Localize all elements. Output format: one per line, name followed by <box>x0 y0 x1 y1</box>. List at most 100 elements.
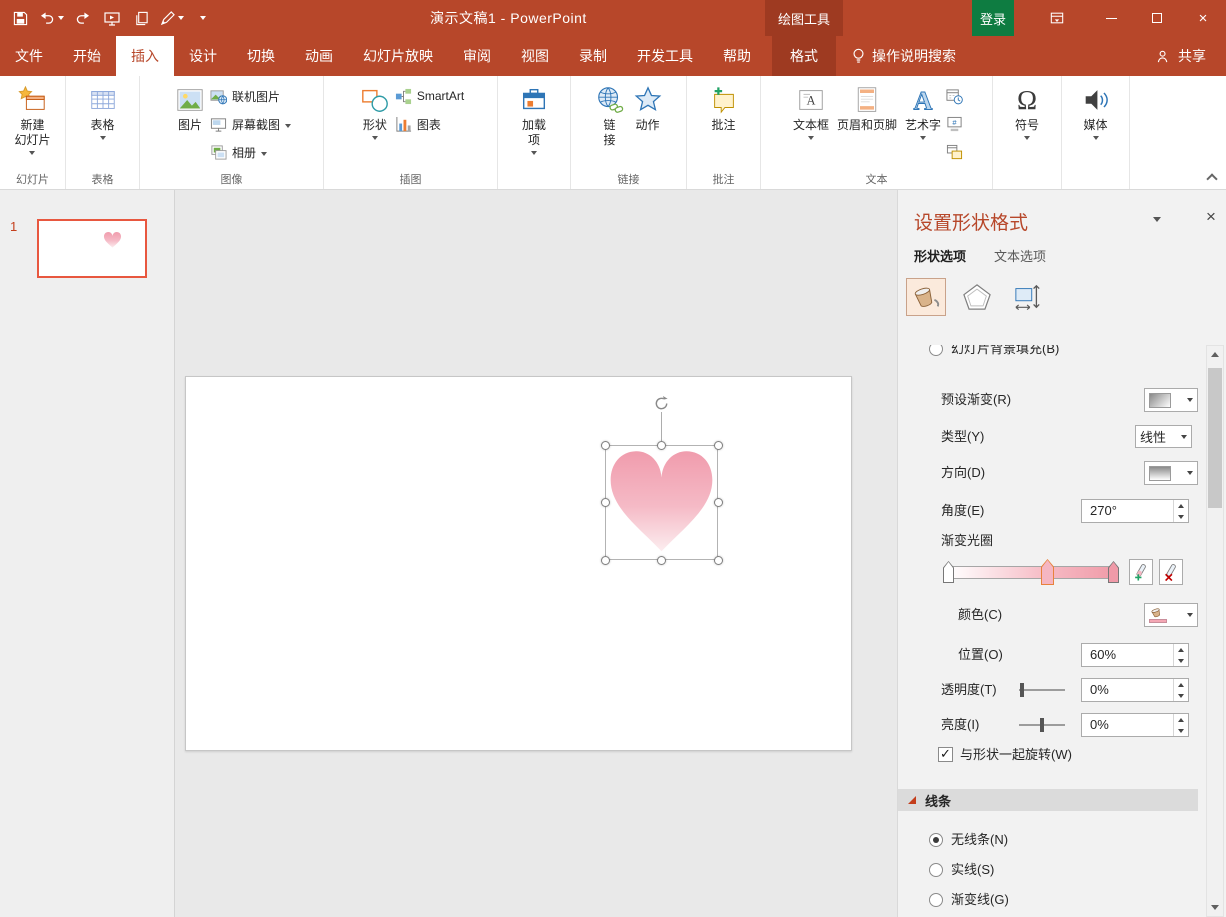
remove-gradient-stop-button[interactable] <box>1159 559 1183 585</box>
rotate-with-shape-checkbox[interactable] <box>938 746 953 762</box>
symbol-button[interactable]: Ω 符号 <box>1012 79 1042 140</box>
slider-handle[interactable] <box>1020 683 1024 697</box>
addins-button[interactable]: 加载 项 <box>516 79 552 155</box>
gradient-stop-0[interactable] <box>943 561 954 583</box>
screenshot-button[interactable]: 屏幕截图 <box>210 113 291 135</box>
gradient-bar[interactable] <box>948 566 1114 579</box>
scroll-up-arrow[interactable] <box>1207 346 1223 363</box>
position-spinner[interactable]: 60% <box>1081 643 1189 667</box>
tab-design[interactable]: 设计 <box>174 36 232 76</box>
minimize-button[interactable] <box>1088 0 1134 36</box>
rotation-handle[interactable] <box>653 395 670 412</box>
undo-button[interactable] <box>39 5 64 31</box>
scroll-down-arrow[interactable] <box>1207 899 1223 916</box>
tab-developer[interactable]: 开发工具 <box>622 36 708 76</box>
fill-and-line-button[interactable] <box>906 278 946 316</box>
spin-down-icon[interactable] <box>1174 690 1188 701</box>
slider-handle[interactable] <box>1040 718 1044 732</box>
spin-up-icon[interactable] <box>1174 679 1188 690</box>
pane-close-button[interactable]: × <box>1201 207 1221 227</box>
share-button[interactable]: 共享 <box>1136 36 1226 76</box>
tab-insert[interactable]: 插入 <box>116 36 174 76</box>
resize-handle-s[interactable] <box>657 555 666 565</box>
slide-editing-area[interactable] <box>175 190 897 917</box>
ribbon-display-options-button[interactable] <box>1042 0 1072 36</box>
save-button[interactable] <box>10 5 30 31</box>
size-properties-button[interactable] <box>1008 278 1048 316</box>
table-button[interactable]: 表格 <box>85 79 121 140</box>
photo-album-button[interactable]: 相册 <box>210 141 267 163</box>
gradient-stop-60-selected[interactable] <box>1041 559 1054 585</box>
tab-view[interactable]: 视图 <box>506 36 564 76</box>
spinner-arrows[interactable] <box>1173 679 1188 701</box>
spin-down-icon[interactable] <box>1174 511 1188 522</box>
transparency-spinner[interactable]: 0% <box>1081 678 1189 702</box>
close-button[interactable]: × <box>1180 0 1226 36</box>
slide-background-fill-radio[interactable] <box>929 345 943 356</box>
chart-button[interactable]: 图表 <box>395 113 441 135</box>
tell-me-search[interactable]: 操作说明搜索 <box>836 36 972 76</box>
spin-up-icon[interactable] <box>1174 500 1188 511</box>
gradient-direction-dropdown[interactable] <box>1144 461 1198 485</box>
no-line-radio[interactable] <box>929 833 943 847</box>
gradient-line-radio[interactable] <box>929 893 943 907</box>
comment-button[interactable]: 批注 <box>706 79 742 133</box>
tab-animations[interactable]: 动画 <box>290 36 348 76</box>
date-time-button[interactable] <box>946 85 963 107</box>
spinner-arrows[interactable] <box>1173 644 1188 666</box>
resize-handle-se[interactable] <box>713 555 723 565</box>
link-button[interactable]: 链 接 <box>592 79 628 148</box>
preset-gradient-dropdown[interactable] <box>1144 388 1198 412</box>
sign-in-button[interactable]: 登录 <box>972 0 1014 36</box>
collapse-ribbon-chevron[interactable] <box>1206 173 1218 185</box>
customize-qat-button[interactable] <box>193 5 213 31</box>
media-button[interactable]: 媒体 <box>1078 79 1114 140</box>
gradient-type-dropdown[interactable]: 线性 <box>1135 425 1192 448</box>
line-section-header[interactable]: 线条 <box>898 789 1198 811</box>
smartart-button[interactable]: SmartArt <box>395 85 464 107</box>
action-button[interactable]: 动作 <box>630 79 666 133</box>
brightness-spinner[interactable]: 0% <box>1081 713 1189 737</box>
header-footer-button[interactable]: 页眉和页脚 <box>834 79 900 133</box>
tab-text-options[interactable]: 文本选项 <box>994 246 1046 265</box>
slide-canvas[interactable] <box>185 376 852 751</box>
tab-slideshow[interactable]: 幻灯片放映 <box>348 36 448 76</box>
angle-spinner[interactable]: 270° <box>1081 499 1189 523</box>
draw-button[interactable] <box>160 5 184 31</box>
solid-line-radio[interactable] <box>929 863 943 877</box>
tab-file[interactable]: 文件 <box>0 36 58 76</box>
transparency-slider[interactable] <box>1019 678 1065 702</box>
pane-scrollbar[interactable] <box>1206 345 1224 917</box>
slide-number-button[interactable]: # <box>946 113 963 135</box>
copy-button[interactable] <box>131 5 151 31</box>
spinner-arrows[interactable] <box>1173 714 1188 736</box>
textbox-button[interactable]: A 文本框 <box>790 79 832 140</box>
gradient-stop-100[interactable] <box>1108 561 1119 583</box>
shapes-button[interactable]: 形状 <box>357 79 393 140</box>
resize-handle-w[interactable] <box>600 498 610 507</box>
object-button[interactable] <box>946 141 963 163</box>
spin-down-icon[interactable] <box>1174 725 1188 736</box>
effects-button[interactable] <box>957 278 997 316</box>
scrollbar-thumb[interactable] <box>1208 368 1222 508</box>
picture-button[interactable]: 图片 <box>172 79 208 133</box>
resize-handle-nw[interactable] <box>600 440 610 450</box>
spin-up-icon[interactable] <box>1174 714 1188 725</box>
tab-transitions[interactable]: 切换 <box>232 36 290 76</box>
resize-handle-ne[interactable] <box>713 440 723 450</box>
spin-up-icon[interactable] <box>1174 644 1188 655</box>
wordart-button[interactable]: A 艺术字 <box>902 79 944 140</box>
new-slide-button[interactable]: 新建 幻灯片 <box>11 79 53 155</box>
resize-handle-n[interactable] <box>657 440 666 450</box>
resize-handle-e[interactable] <box>713 498 723 507</box>
tab-shape-options[interactable]: 形状选项 <box>914 246 966 265</box>
pane-options-chevron-icon[interactable] <box>1153 217 1161 222</box>
tab-review[interactable]: 审阅 <box>448 36 506 76</box>
maximize-button[interactable] <box>1134 0 1180 36</box>
color-dropdown[interactable] <box>1144 603 1198 627</box>
add-gradient-stop-button[interactable] <box>1129 559 1153 585</box>
brightness-slider[interactable] <box>1019 713 1065 737</box>
online-pictures-button[interactable]: 联机图片 <box>210 85 280 107</box>
slide-thumbnail[interactable] <box>37 219 147 278</box>
tab-home[interactable]: 开始 <box>58 36 116 76</box>
